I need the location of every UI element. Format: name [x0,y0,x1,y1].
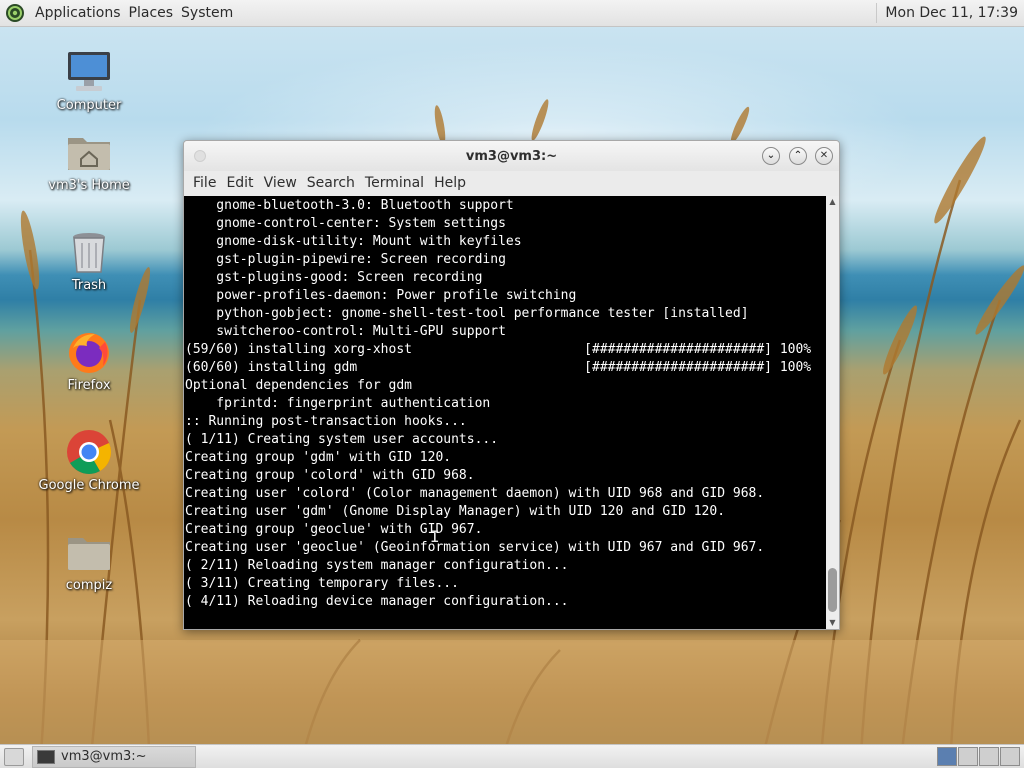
mate-logo-icon[interactable] [5,3,25,23]
window-menu-icon[interactable] [194,150,206,162]
workspace-2[interactable] [958,747,978,766]
terminal-line: gnome-control-center: System settings [185,216,506,231]
terminal-line: fprintd: fingerprint authentication [185,396,491,411]
panel-separator [876,3,878,23]
terminal-line: python-gobject: gnome-shell-test-tool pe… [185,306,749,321]
menu-view[interactable]: View [259,175,302,191]
scroll-up-arrow-icon[interactable]: ▲ [826,196,839,208]
terminal-window: vm3@vm3:~ ⌄ ⌃ ✕ File Edit View Search Te… [183,140,840,630]
desktop-icon-label: Computer [56,98,122,113]
terminal-line: switcheroo-control: Multi-GPU support [185,324,506,339]
terminal-line: gnome-bluetooth-3.0: Bluetooth support [185,198,514,213]
bottom-panel: vm3@vm3:~ [0,744,1024,768]
terminal-line: Creating group 'gdm' with GID 120. [185,450,452,465]
menu-help[interactable]: Help [429,175,471,191]
terminal-menubar: File Edit View Search Terminal Help [184,171,839,195]
desktop-icon-trash[interactable]: Trash [34,228,144,293]
terminal-line: gst-plugin-pipewire: Screen recording [185,252,506,267]
desktop-icon-label: Trash [71,278,107,293]
desktop-icon-label: vm3's Home [48,178,130,193]
terminal-line: Creating group 'geoclue' with GID 967. [185,522,483,537]
terminal-line: (59/60) installing xorg-xhost [#########… [185,342,812,357]
terminal-line: Creating group 'colord' with GID 968. [185,468,475,483]
desktop-icon-label: Firefox [67,378,111,393]
maximize-button[interactable]: ⌃ [789,147,807,165]
chrome-icon [67,430,111,474]
top-panel: Applications Places System Mon Dec 11, 1… [0,0,1024,27]
terminal-line: ( 1/11) Creating system user accounts... [185,432,499,447]
terminal-line: gnome-disk-utility: Mount with keyfiles [185,234,522,249]
terminal-line: (60/60) installing gdm [################… [185,360,812,375]
workspace-3[interactable] [979,747,999,766]
terminal-line: ( 2/11) Reloading system manager configu… [185,558,569,573]
terminal-line: ( 3/11) Creating temporary files... [185,576,459,591]
firefox-icon [69,333,109,373]
places-menu[interactable]: Places [125,5,178,21]
terminal-line: Creating user 'gdm' (Gnome Display Manag… [185,504,726,519]
close-button[interactable]: ✕ [815,147,833,165]
taskbar-item-label: vm3@vm3:~ [61,749,147,764]
terminal-line: :: Running post-transaction hooks... [185,414,467,429]
menu-edit[interactable]: Edit [221,175,258,191]
terminal-line: power-profiles-daemon: Power profile swi… [185,288,577,303]
window-title: vm3@vm3:~ [465,148,558,164]
folder-icon [68,538,110,570]
window-titlebar[interactable]: vm3@vm3:~ ⌄ ⌃ ✕ [184,141,839,171]
menu-search[interactable]: Search [302,175,360,191]
scrollbar-thumb[interactable] [828,568,837,612]
show-desktop-icon[interactable] [4,747,24,766]
desktop-icon-firefox[interactable]: Firefox [34,328,144,393]
text-cursor-icon: I [430,527,440,546]
desktop-icon-chrome[interactable]: Google Chrome [34,428,144,493]
workspace-4[interactable] [1000,747,1020,766]
terminal-line: Creating user 'colord' (Color management… [185,486,765,501]
applications-menu[interactable]: Applications [31,5,125,21]
terminal-output[interactable]: gnome-bluetooth-3.0: Bluetooth support g… [184,196,826,629]
workspace-1[interactable] [937,747,957,766]
taskbar-item-terminal[interactable]: vm3@vm3:~ [32,745,196,768]
terminal-line: Creating user 'geoclue' (Geoinformation … [185,540,765,555]
desktop-icon-computer[interactable]: Computer [34,48,144,113]
trash-icon [73,233,105,273]
clock[interactable]: Mon Dec 11, 17:39 [885,5,1018,21]
terminal-scrollbar[interactable]: ▲ ▼ [826,196,839,629]
home-folder-icon [68,138,110,170]
desktop-icon-home[interactable]: vm3's Home [34,128,144,193]
system-menu[interactable]: System [177,5,237,21]
desktop-icon-compiz[interactable]: compiz [34,528,144,593]
menu-file[interactable]: File [188,175,221,191]
minimize-button[interactable]: ⌄ [762,147,780,165]
terminal-icon [37,749,55,764]
desktop-icon-label: Google Chrome [38,478,140,493]
desktop-icon-label: compiz [65,578,113,593]
computer-icon [68,52,110,91]
menu-terminal[interactable]: Terminal [360,175,429,191]
terminal-line: ( 4/11) Reloading device manager configu… [185,594,569,609]
scroll-down-arrow-icon[interactable]: ▼ [826,617,839,629]
terminal-line: Optional dependencies for gdm [185,378,412,393]
terminal-line: gst-plugins-good: Screen recording [185,270,483,285]
